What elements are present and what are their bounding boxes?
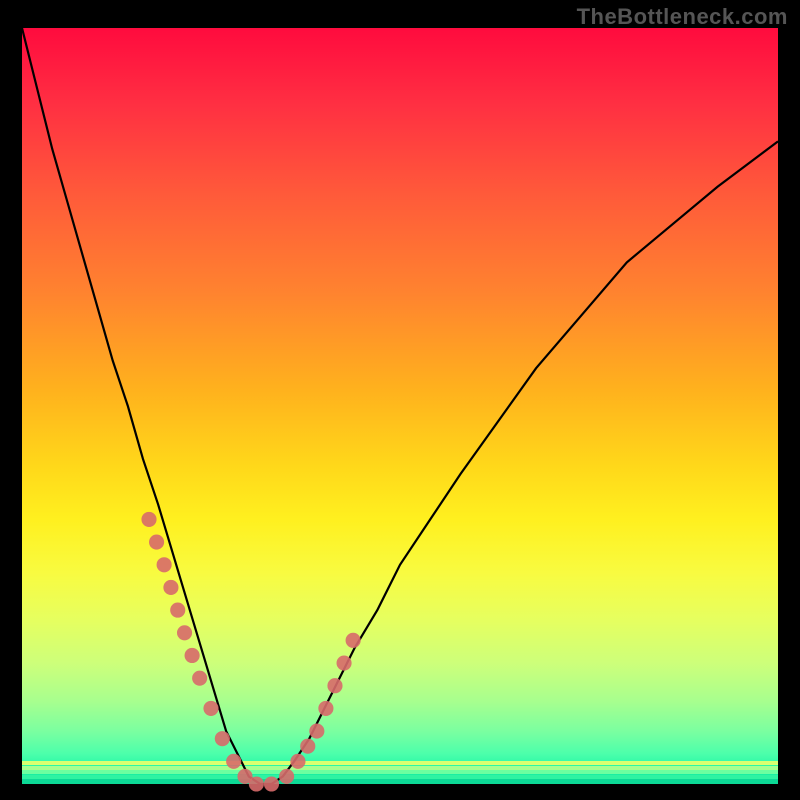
bottleneck-curve bbox=[22, 28, 778, 784]
curve-marker bbox=[177, 625, 192, 640]
curve-marker bbox=[309, 724, 324, 739]
curve-marker bbox=[327, 678, 342, 693]
chart-frame: TheBottleneck.com bbox=[0, 0, 800, 800]
chart-svg bbox=[22, 28, 778, 784]
curve-marker bbox=[203, 701, 218, 716]
curve-marker bbox=[157, 557, 172, 572]
curve-marker bbox=[249, 776, 264, 791]
plot-outer bbox=[22, 28, 778, 784]
curve-marker bbox=[192, 671, 207, 686]
curve-marker bbox=[290, 754, 305, 769]
curve-marker bbox=[149, 535, 164, 550]
curve-marker bbox=[226, 754, 241, 769]
watermark-text: TheBottleneck.com bbox=[577, 4, 788, 30]
curve-marker bbox=[300, 739, 315, 754]
curve-marker bbox=[215, 731, 230, 746]
curve-marker bbox=[141, 512, 156, 527]
curve-marker bbox=[337, 655, 352, 670]
curve-marker bbox=[346, 633, 361, 648]
curve-marker bbox=[279, 769, 294, 784]
curve-marker bbox=[163, 580, 178, 595]
curve-marker bbox=[185, 648, 200, 663]
curve-marker bbox=[318, 701, 333, 716]
curve-marker bbox=[264, 776, 279, 791]
curve-marker bbox=[170, 603, 185, 618]
curve-markers-group bbox=[141, 512, 360, 792]
